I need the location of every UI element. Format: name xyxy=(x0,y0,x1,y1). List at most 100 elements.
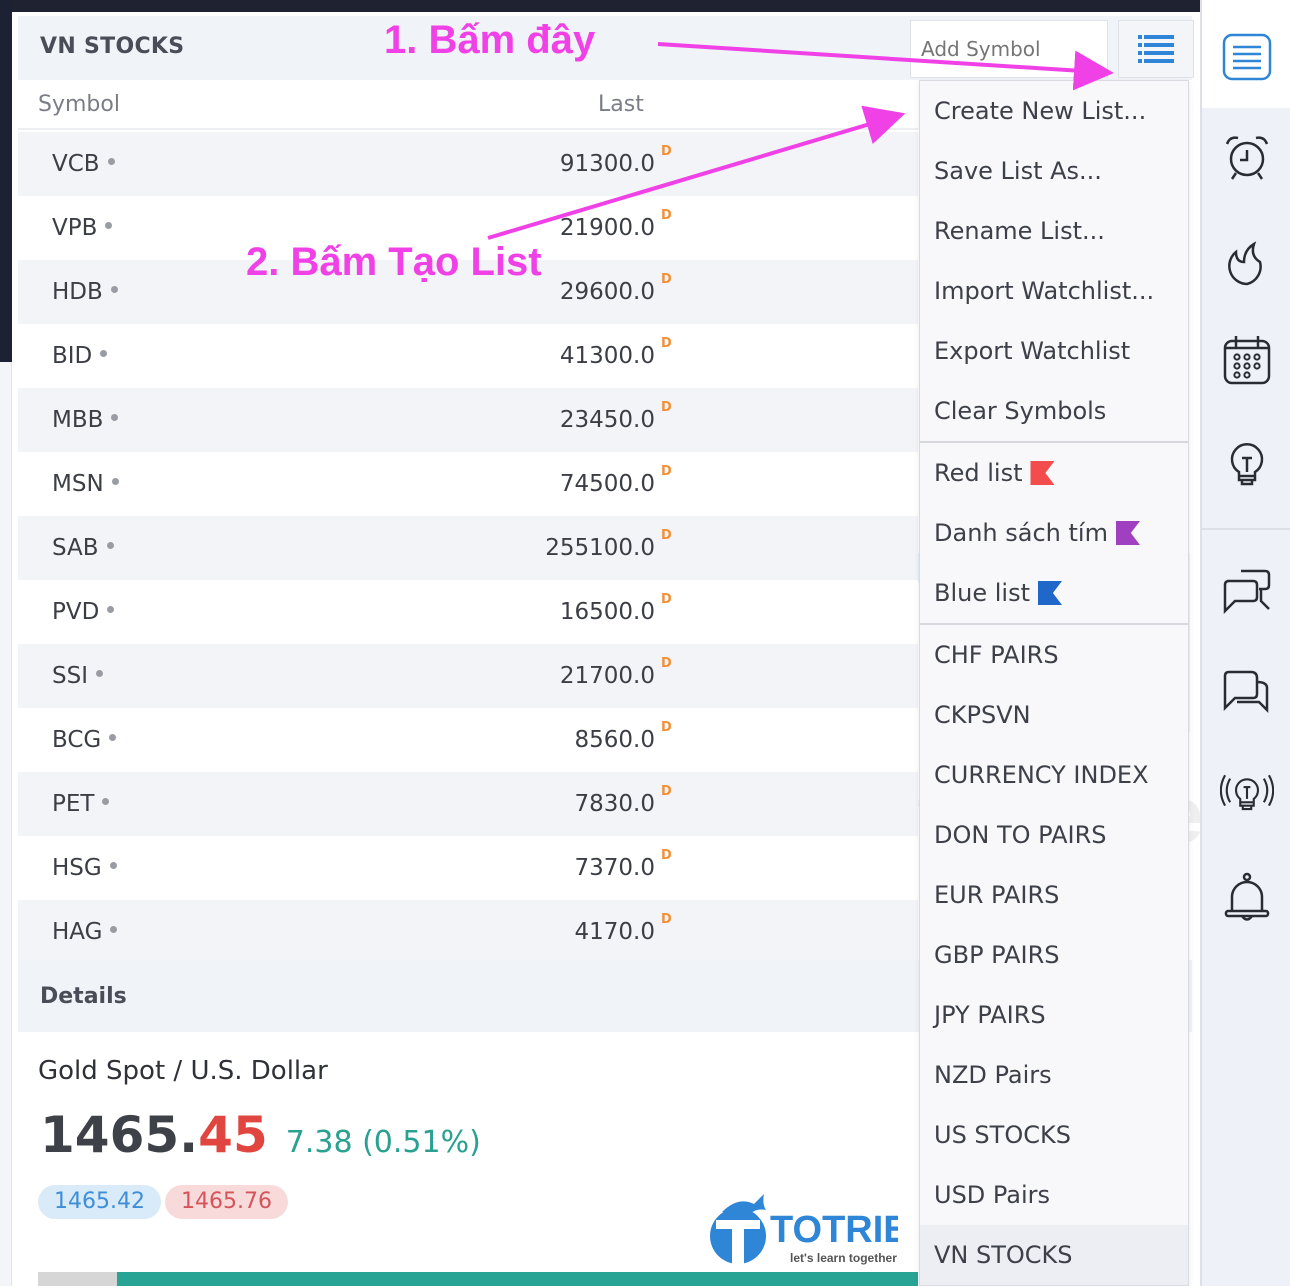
chart-area-edge xyxy=(0,0,12,362)
row-last: 16500.0 xyxy=(559,599,655,625)
row-symbol: MBB xyxy=(52,407,104,433)
blue-flag-icon xyxy=(1038,581,1062,605)
status-dot xyxy=(111,478,119,485)
table-row[interactable]: HSG 7370.0 D xyxy=(18,836,918,900)
delayed-badge: D xyxy=(661,336,672,351)
menu-item-list[interactable]: DON TO PAIRS xyxy=(920,805,1188,865)
row-symbol: BCG xyxy=(52,727,102,753)
table-row[interactable]: BCG 8560.0 D xyxy=(18,708,918,772)
menu-item-blue-list[interactable]: Blue list xyxy=(920,563,1188,623)
row-symbol: VCB xyxy=(52,151,100,177)
lightbulb-icon[interactable] xyxy=(1220,436,1274,490)
menu-item-list[interactable]: USD Pairs xyxy=(920,1165,1188,1225)
delayed-badge: D xyxy=(661,208,672,223)
delayed-badge: D xyxy=(661,720,672,735)
status-dot xyxy=(109,734,117,741)
menu-item-list[interactable]: JPY PAIRS xyxy=(920,985,1188,1045)
row-last: 29600.0 xyxy=(559,279,655,305)
menu-item-create-new-list[interactable]: Create New List... xyxy=(920,81,1188,141)
table-row[interactable]: SSI 21700.0 D xyxy=(18,644,918,708)
flame-icon[interactable] xyxy=(1220,236,1274,290)
menu-item-list[interactable]: US STOCKS xyxy=(920,1105,1188,1165)
ideas-stream-icon[interactable] xyxy=(1220,766,1274,820)
calendar-icon[interactable] xyxy=(1220,332,1274,386)
menu-item-list[interactable]: GBP PAIRS xyxy=(920,925,1188,985)
table-row[interactable]: BID 41300.0 D xyxy=(18,324,918,388)
status-dot xyxy=(100,350,108,357)
table-row[interactable]: MBB 23450.0 D xyxy=(18,388,918,452)
alarm-clock-icon[interactable] xyxy=(1220,130,1274,184)
private-chats-icon[interactable] xyxy=(1220,666,1274,720)
row-last: 21900.0 xyxy=(559,215,655,241)
menu-item-import-watchlist[interactable]: Import Watchlist... xyxy=(920,261,1188,321)
public-chats-icon[interactable] xyxy=(1220,566,1274,620)
red-flag-icon xyxy=(1030,461,1055,485)
column-last[interactable]: Last xyxy=(598,92,644,117)
delayed-badge: D xyxy=(661,592,672,607)
table-row[interactable]: SAB 255100.0 D xyxy=(18,516,918,580)
row-symbol: HAG xyxy=(52,919,103,945)
right-sidebar xyxy=(1200,0,1290,1286)
row-last: 21700.0 xyxy=(559,663,655,689)
status-dot xyxy=(105,222,113,229)
notifications-bell-icon[interactable] xyxy=(1220,870,1274,924)
menu-item-list-active[interactable]: VN STOCKS xyxy=(920,1225,1188,1285)
bid-price: 1465.42 xyxy=(38,1185,161,1219)
row-last: 41300.0 xyxy=(559,343,655,369)
status-dot xyxy=(107,606,115,613)
price-integer: 1465. xyxy=(40,1106,199,1164)
watchlist-title[interactable]: VN STOCKS xyxy=(40,34,184,59)
totrieu-logo: TOTRIEU let's learn together xyxy=(710,1194,898,1266)
ask-price: 1465.76 xyxy=(165,1185,288,1219)
delayed-badge: D xyxy=(661,656,672,671)
table-row[interactable]: HAG 4170.0 D xyxy=(18,900,918,964)
sidebar-divider xyxy=(1202,528,1290,530)
day-range-bar xyxy=(38,1272,918,1286)
table-row[interactable]: VPB 21900.0 D xyxy=(18,196,918,260)
list-icon xyxy=(1138,35,1174,63)
menu-item-red-list[interactable]: Red list xyxy=(920,443,1188,503)
table-row[interactable]: MSN 74500.0 D xyxy=(18,452,918,516)
menu-item-purple-list[interactable]: Danh sách tím xyxy=(920,503,1188,563)
day-range-gray xyxy=(38,1272,118,1286)
table-row[interactable]: PET 7830.0 D xyxy=(18,772,918,836)
row-symbol: MSN xyxy=(52,471,104,497)
row-symbol: SAB xyxy=(52,535,99,561)
row-symbol: HDB xyxy=(52,279,103,305)
left-edge xyxy=(0,362,12,1286)
menu-item-label: Danh sách tím xyxy=(934,519,1108,547)
add-symbol-input[interactable] xyxy=(910,20,1108,78)
watchlist-rows: VCB 91300.0 D VPB 21900.0 D HDB 29600.0 D BID 4… xyxy=(18,132,918,964)
column-symbol[interactable]: Symbol xyxy=(38,92,120,117)
row-symbol: SSI xyxy=(52,663,88,689)
watchlist-icon[interactable] xyxy=(1220,30,1274,84)
row-symbol: PET xyxy=(52,791,95,817)
row-last: 4170.0 xyxy=(574,919,655,945)
logo-tagline: let's learn together xyxy=(790,1251,897,1265)
menu-item-list[interactable]: NZD Pairs xyxy=(920,1045,1188,1105)
menu-item-list[interactable]: CHF PAIRS xyxy=(920,625,1188,685)
menu-item-list[interactable]: EUR PAIRS xyxy=(920,865,1188,925)
watchlist-panel: TOTRIEU let’s learn together VN STOCKS S… xyxy=(12,12,1252,1286)
row-last: 255100.0 xyxy=(545,535,655,561)
table-row[interactable]: PVD 16500.0 D xyxy=(18,580,918,644)
delayed-badge: D xyxy=(661,144,672,159)
delayed-badge: D xyxy=(661,784,672,799)
menu-item-clear-symbols[interactable]: Clear Symbols xyxy=(920,381,1188,441)
watchlist-menu-button[interactable] xyxy=(1118,20,1194,78)
menu-item-list[interactable]: CKPSVN xyxy=(920,685,1188,745)
menu-item-rename-list[interactable]: Rename List... xyxy=(920,201,1188,261)
status-dot xyxy=(111,414,119,421)
row-symbol: BID xyxy=(52,343,93,369)
menu-item-label: Blue list xyxy=(934,579,1030,607)
status-dot xyxy=(110,286,118,293)
menu-item-save-list-as[interactable]: Save List As... xyxy=(920,141,1188,201)
status-dot xyxy=(109,862,117,869)
table-row[interactable]: HDB 29600.0 D xyxy=(18,260,918,324)
status-dot xyxy=(107,158,115,165)
menu-item-list[interactable]: CURRENCY INDEX xyxy=(920,745,1188,805)
menu-item-export-watchlist[interactable]: Export Watchlist xyxy=(920,321,1188,381)
row-symbol: VPB xyxy=(52,215,98,241)
row-symbol: PVD xyxy=(52,599,100,625)
table-row[interactable]: VCB 91300.0 D xyxy=(18,132,918,196)
